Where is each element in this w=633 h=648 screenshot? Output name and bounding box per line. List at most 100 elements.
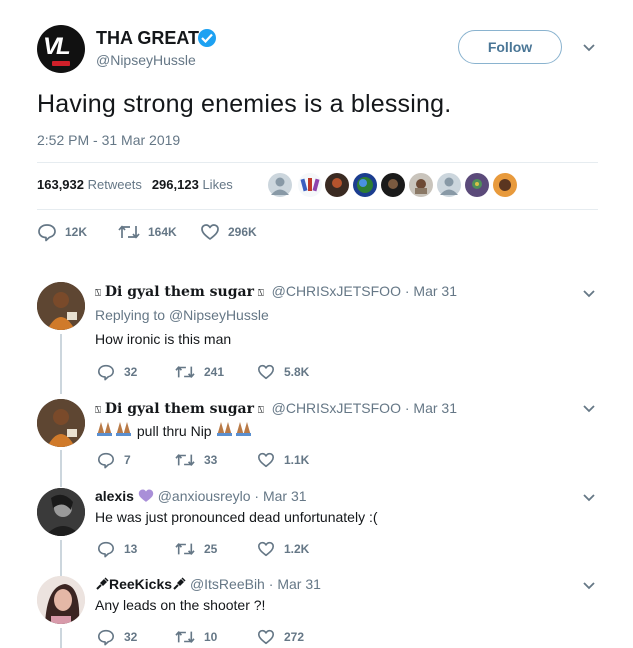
retweet-icon [175,366,195,378]
reply-header: ReeKicks @ItsReeBih · Mar 31 [95,576,321,592]
chevron-down-icon[interactable] [582,581,596,591]
reply-count: 32 [124,365,138,379]
reply-icon [38,224,56,242]
separator: · [268,576,274,592]
reply-actions: 13 25 1.2K [97,540,397,558]
reply-date[interactable]: Mar 31 [263,488,307,504]
likes-count[interactable]: 296,123 [152,177,199,192]
reply-button[interactable]: 12K [37,222,87,242]
likes-label[interactable]: Likes [202,177,232,192]
reply-icon [97,364,115,381]
display-name[interactable]: THA GREAT [96,28,199,49]
reply-actions: 7 33 1.1K [97,451,397,469]
like-button[interactable]: 296K [200,222,257,242]
reply-header: ⍂ Di gyal them sugar ⍂ @CHRISxJETSFOO · … [95,283,457,300]
retweet-button[interactable]: 10 [175,628,217,646]
handle[interactable]: @anxiousreylo [158,488,251,504]
reply-header: ⍂ Di gyal them sugar ⍂ @CHRISxJETSFOO · … [95,400,457,417]
liker-avatar[interactable] [381,173,405,197]
liker-avatar[interactable] [353,173,377,197]
retweet-icon [175,454,195,466]
flag-icon: ⍂ [257,405,264,416]
reply-button[interactable]: 7 [97,451,131,469]
liker-avatar[interactable] [465,173,489,197]
reply-text: pull thru Nip [136,423,212,439]
like-count: 296K [228,225,257,239]
thread-line [60,334,62,394]
purple-heart-icon [138,489,154,502]
retweet-count: 25 [204,542,218,556]
retweet-button[interactable]: 164K [118,222,177,242]
liker-avatar[interactable] [437,173,461,197]
liker-avatar[interactable] [298,173,322,197]
folded-hands-icon [95,422,137,439]
reply-date[interactable]: Mar 31 [413,283,457,299]
reply-button[interactable]: 13 [97,540,137,558]
liker-avatar[interactable] [325,173,349,197]
tweet-actions: 12K 164K 296K [37,222,437,244]
liker-avatar[interactable] [493,173,517,197]
retweet-button[interactable]: 33 [175,451,217,469]
reply-actions: 32 241 5.8K [97,363,397,381]
heart-icon [257,629,275,645]
reply-button[interactable]: 32 [97,363,137,381]
liker-avatar[interactable] [409,173,433,197]
display-name[interactable]: Di gyal them sugar [105,401,254,417]
like-count: 1.1K [284,453,310,467]
handle[interactable]: @NipseyHussle [96,52,196,68]
reply-count: 13 [124,542,138,556]
heart-icon [257,452,275,468]
like-button[interactable]: 1.1K [257,451,309,469]
follow-button[interactable]: Follow [458,30,562,64]
display-name[interactable]: Di gyal them sugar [105,284,254,300]
avatar[interactable] [37,488,85,536]
thread-line [60,628,62,648]
chevron-down-icon[interactable] [582,404,596,414]
timestamp[interactable]: 2:52 PM - 31 Mar 2019 [37,132,180,148]
heart-icon [201,224,219,240]
like-button[interactable]: 272 [257,628,304,646]
avatar[interactable] [37,576,85,624]
replying-to: Replying to @NipseyHussle [95,307,269,323]
reply-icon [97,629,115,646]
reply-date[interactable]: Mar 31 [413,400,457,416]
reply-button[interactable]: 32 [97,628,137,646]
retweet-button[interactable]: 25 [175,540,217,558]
display-name[interactable]: ReeKicks [109,576,172,592]
reply-date[interactable]: Mar 31 [277,576,321,592]
retweet-count: 164K [148,225,177,239]
divider [37,162,598,163]
handle[interactable]: @CHRISxJETSFOO [272,400,401,416]
tweet-text: Having strong enemies is a blessing. [37,90,452,118]
flag-icon: ⍂ [95,288,101,299]
heart-icon [257,541,275,557]
retweet-icon [175,631,195,643]
vl-logo: VL [43,33,71,60]
retweet-count: 241 [204,365,225,379]
verified-badge-icon [198,29,216,47]
plug-icon [96,577,109,590]
retweets-label[interactable]: Retweets [88,177,142,192]
engagement-stats: 163,932 Retweets 296,123 Likes [37,177,233,192]
avatar[interactable]: VL [37,25,85,73]
chevron-down-icon[interactable] [582,493,596,503]
retweets-count[interactable]: 163,932 [37,177,84,192]
avatar[interactable] [37,399,85,447]
reply-icon [97,541,115,558]
chevron-down-icon[interactable] [582,43,596,53]
reply-actions: 32 10 272 [97,628,397,646]
handle[interactable]: @ItsReeBih [190,576,265,592]
like-button[interactable]: 1.2K [257,540,309,558]
replying-to-handle[interactable]: @NipseyHussle [169,307,269,323]
retweet-icon [175,543,195,555]
handle[interactable]: @CHRISxJETSFOO [272,283,401,299]
reply-header: alexis @anxiousreylo · Mar 31 [95,488,307,504]
retweet-button[interactable]: 241 [175,363,224,381]
reply-text: He was just pronounced dead unfortunatel… [95,509,378,525]
avatar[interactable] [37,282,85,330]
display-name[interactable]: alexis [95,488,134,504]
liker-avatar[interactable] [268,173,292,197]
like-button[interactable]: 5.8K [257,363,309,381]
retweet-count: 33 [204,453,218,467]
chevron-down-icon[interactable] [582,289,596,299]
